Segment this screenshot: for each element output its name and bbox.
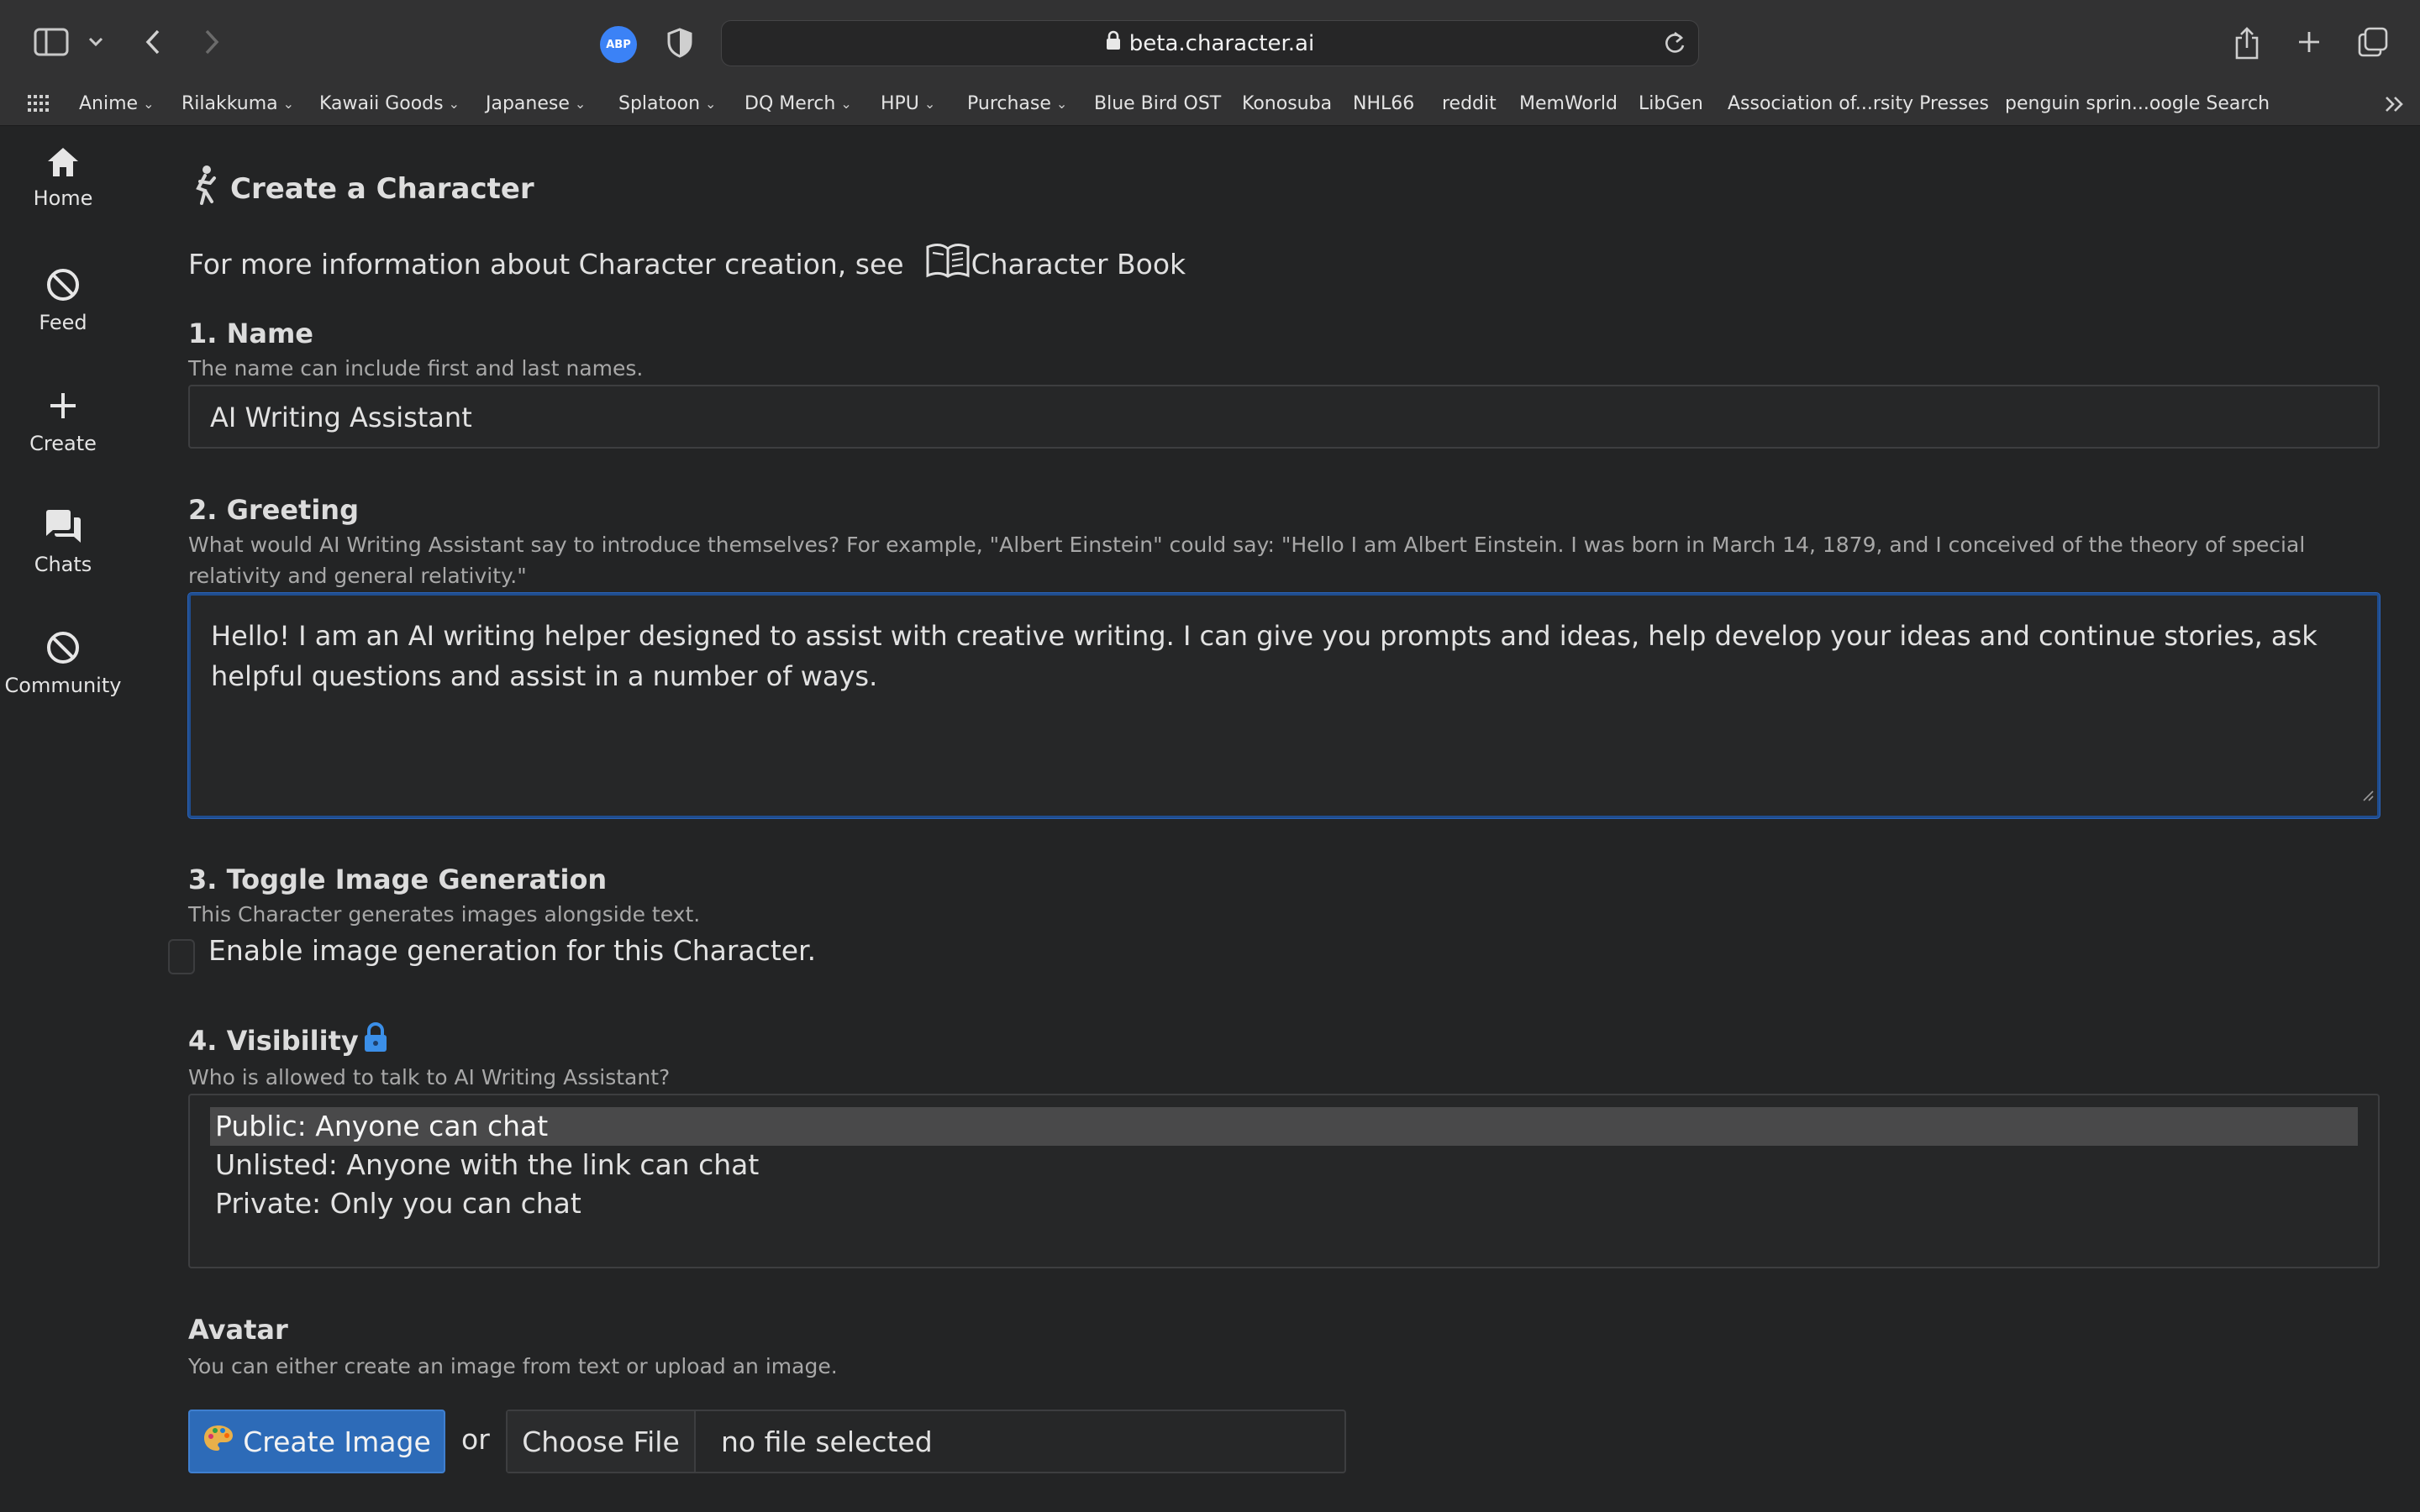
browser-toolbar: ABP beta.character.ai xyxy=(0,0,2420,84)
bookmark-nhl66[interactable]: NHL66 xyxy=(1353,89,1414,118)
forward-icon[interactable] xyxy=(197,25,227,59)
chevron-down-icon[interactable] xyxy=(84,30,108,54)
tab-overview-icon[interactable] xyxy=(2354,24,2391,60)
new-tab-icon[interactable] xyxy=(2292,25,2326,59)
greeting-hint: What would AI Writing Assistant say to i… xyxy=(188,533,2306,588)
prohibited-icon xyxy=(45,630,81,669)
bookmark-blue-bird-ost[interactable]: Blue Bird OST xyxy=(1094,89,1221,118)
bookmark-folder-splatoon[interactable]: Splatoon ⌄ xyxy=(618,89,716,118)
greeting-textarea[interactable]: Hello! I am an AI writing helper designe… xyxy=(188,593,2380,818)
name-hint: The name can include first and last name… xyxy=(188,356,644,381)
visibility-option-public[interactable]: Public: Anyone can chat xyxy=(210,1107,2358,1146)
adblock-extension-icon[interactable]: ABP xyxy=(600,26,637,63)
bookmark-penguin-search[interactable]: penguin sprin...oogle Search xyxy=(2005,89,2270,118)
visibility-listbox[interactable]: Public: Anyone can chat Unlisted: Anyone… xyxy=(188,1094,2380,1268)
reload-icon[interactable] xyxy=(1663,30,1686,61)
back-icon[interactable] xyxy=(138,25,168,59)
character-book-link[interactable]: Character Book xyxy=(924,242,1186,286)
page-title: Create a Character xyxy=(188,165,534,213)
bookmark-konosuba[interactable]: Konosuba xyxy=(1242,89,1332,118)
file-upload-field[interactable]: Choose File no file selected xyxy=(506,1410,1346,1473)
or-text: or xyxy=(461,1423,490,1456)
visibility-hint: Who is allowed to talk to AI Writing Ass… xyxy=(188,1065,671,1089)
url-text: beta.character.ai xyxy=(1128,30,1315,56)
greeting-text: Hello! I am an AI writing helper designe… xyxy=(211,620,2317,692)
bookmark-association-presses[interactable]: Association of...rsity Presses xyxy=(1728,89,1989,118)
chevron-down-icon: ⌄ xyxy=(923,95,936,112)
image-gen-checkbox-label[interactable]: Enable image generation for this Charact… xyxy=(208,934,816,967)
bookmark-folder-dq-merch[interactable]: DQ Merch ⌄ xyxy=(744,89,852,118)
info-line: For more information about Character cre… xyxy=(188,242,1186,286)
chevron-down-icon: ⌄ xyxy=(282,95,295,112)
bookmark-folder-anime[interactable]: Anime ⌄ xyxy=(79,89,154,118)
privacy-shield-icon[interactable] xyxy=(662,25,697,60)
create-image-button[interactable]: Create Image xyxy=(188,1410,445,1473)
sidebar-item-community[interactable]: Community xyxy=(0,630,126,697)
visibility-option-unlisted[interactable]: Unlisted: Anyone with the link can chat xyxy=(210,1146,2358,1184)
sidebar-item-chats[interactable]: Chats xyxy=(0,509,126,576)
apps-grid-icon[interactable] xyxy=(25,91,50,116)
image-gen-heading: 3. Toggle Image Generation xyxy=(188,864,608,895)
resize-handle-icon[interactable] xyxy=(2360,772,2374,812)
visibility-heading: 4. Visibility xyxy=(188,1021,389,1060)
chevron-down-icon: ⌄ xyxy=(574,95,587,112)
bookmark-folder-japanese[interactable]: Japanese ⌄ xyxy=(486,89,586,118)
name-heading: 1. Name xyxy=(188,318,313,349)
chevron-down-icon: ⌄ xyxy=(1055,95,1068,112)
info-text: For more information about Character cre… xyxy=(188,247,904,281)
visibility-option-private[interactable]: Private: Only you can chat xyxy=(210,1184,2358,1223)
home-icon xyxy=(46,146,80,181)
bookmark-folder-hpu[interactable]: HPU ⌄ xyxy=(881,89,935,118)
chevron-down-icon: ⌄ xyxy=(448,95,460,112)
sidebar-item-feed[interactable]: Feed xyxy=(0,267,126,334)
file-status-text: no file selected xyxy=(721,1425,933,1458)
lock-icon xyxy=(1106,30,1121,56)
palette-icon xyxy=(203,1424,234,1459)
choose-file-button[interactable]: Choose File xyxy=(508,1411,696,1472)
sidebar-item-create[interactable]: Create xyxy=(0,388,126,455)
bookmark-libgen[interactable]: LibGen xyxy=(1639,89,1703,118)
avatar-heading: Avatar xyxy=(188,1314,288,1346)
sidebar-toggle-icon[interactable] xyxy=(32,25,71,59)
bookmark-reddit[interactable]: reddit xyxy=(1442,89,1497,118)
image-gen-checkbox[interactable] xyxy=(168,939,195,974)
prohibited-icon xyxy=(45,267,81,306)
bookmark-memworld[interactable]: MemWorld xyxy=(1519,89,1618,118)
bookmark-folder-rilakkuma[interactable]: Rilakkuma ⌄ xyxy=(182,89,294,118)
chevron-down-icon: ⌄ xyxy=(840,95,852,112)
greeting-heading: 2. Greeting xyxy=(188,494,359,526)
bookmark-folder-purchase[interactable]: Purchase ⌄ xyxy=(967,89,1067,118)
address-bar[interactable]: beta.character.ai xyxy=(721,20,1699,66)
bookmark-folder-kawaii-goods[interactable]: Kawaii Goods ⌄ xyxy=(319,89,460,118)
image-gen-hint: This Character generates images alongsid… xyxy=(188,902,701,927)
chevron-down-icon: ⌄ xyxy=(705,95,717,112)
plus-icon xyxy=(45,388,81,427)
more-bookmarks-icon[interactable] xyxy=(2380,92,2410,116)
chevron-down-icon: ⌄ xyxy=(143,95,155,112)
character-figure-icon xyxy=(188,165,218,213)
avatar-hint: You can either create an image from text… xyxy=(188,1354,838,1378)
book-icon xyxy=(924,242,971,286)
chat-bubbles-icon xyxy=(45,509,82,548)
name-field[interactable]: AI Writing Assistant xyxy=(188,385,2380,449)
lock-icon xyxy=(362,1021,389,1060)
share-icon[interactable] xyxy=(2230,24,2264,62)
sidebar-item-home[interactable]: Home xyxy=(0,146,126,210)
